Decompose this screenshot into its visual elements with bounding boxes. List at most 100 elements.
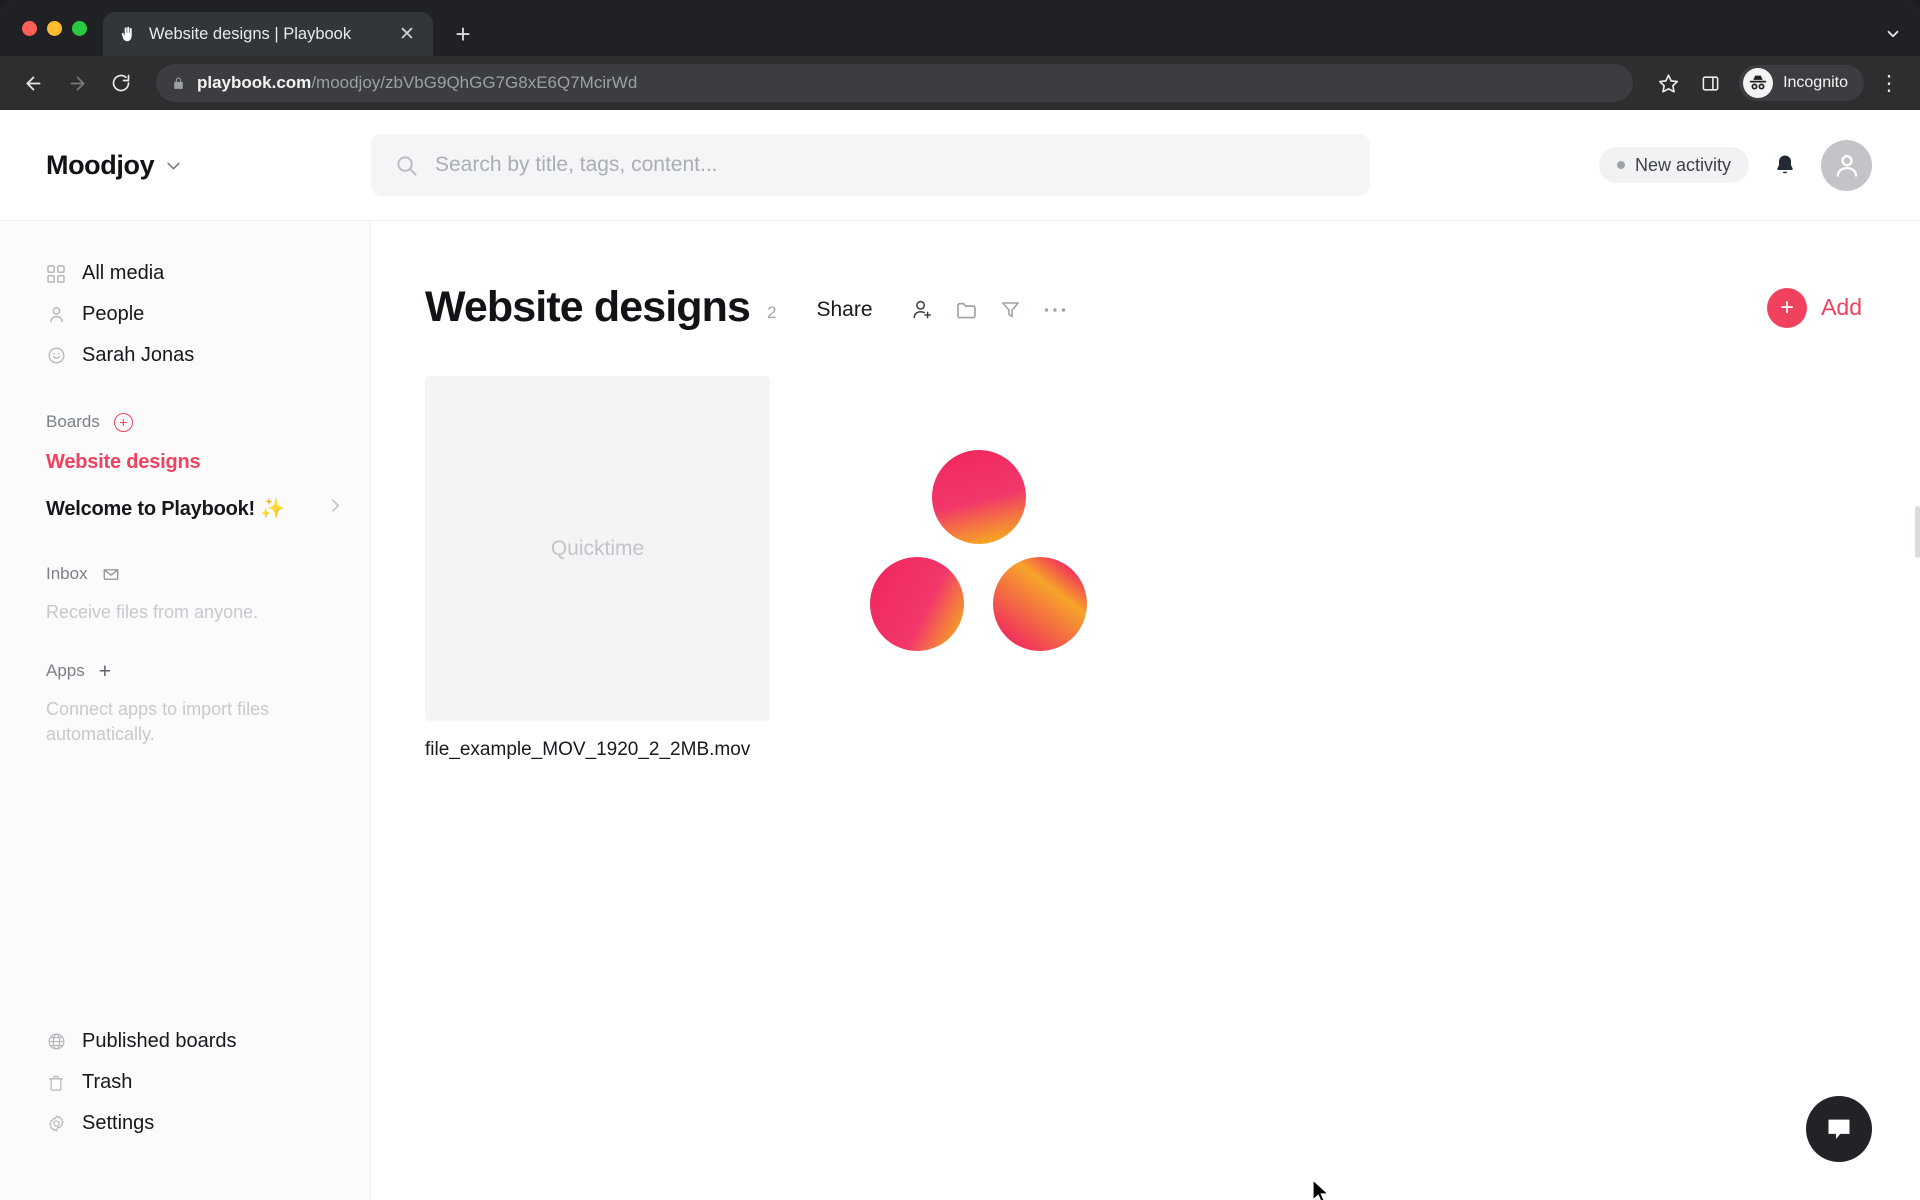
sidebar-item-label: Trash bbox=[82, 1071, 133, 1093]
person-icon bbox=[46, 305, 66, 325]
app-header: Moodjoy Search by title, tags, content..… bbox=[0, 110, 1920, 221]
boards-section-header: Boards + bbox=[0, 408, 370, 436]
browser-tab-title: Website designs | Playbook bbox=[149, 24, 352, 43]
app-body: All media People Sarah Jonas Boards + We… bbox=[0, 221, 1920, 1200]
sidebar: All media People Sarah Jonas Boards + We… bbox=[0, 221, 371, 1200]
browser-tab[interactable]: Website designs | Playbook ✕ bbox=[103, 12, 433, 56]
window-maximize-button[interactable] bbox=[72, 20, 87, 36]
ellipsis-icon[interactable] bbox=[1033, 290, 1077, 330]
trash-icon bbox=[46, 1073, 66, 1093]
filter-funnel-icon[interactable] bbox=[989, 290, 1033, 330]
media-card[interactable]: Quicktime file_example_MOV_1920_2_2MB.mo… bbox=[425, 376, 770, 761]
folder-icon[interactable] bbox=[945, 290, 989, 330]
search-icon bbox=[395, 154, 418, 177]
globe-icon bbox=[46, 1032, 66, 1052]
apps-section-title: Apps bbox=[46, 661, 85, 681]
incognito-indicator[interactable]: Incognito bbox=[1739, 65, 1864, 101]
inbox-section-title: Inbox bbox=[46, 564, 88, 583]
avatar[interactable] bbox=[1821, 139, 1872, 191]
header-actions: New activity bbox=[1370, 139, 1920, 191]
chevron-right-icon[interactable] bbox=[331, 498, 340, 518]
new-tab-button[interactable]: + bbox=[443, 12, 483, 56]
media-card[interactable] bbox=[806, 376, 1151, 739]
address-bar[interactable]: playbook.com/moodjoy/zbVbG9QhGG7G8xE6Q7M… bbox=[156, 64, 1634, 102]
new-activity-button[interactable]: New activity bbox=[1598, 147, 1749, 183]
inbox-hint: Receive files from anyone. bbox=[46, 602, 259, 622]
sidebar-item-label: Settings bbox=[82, 1112, 155, 1134]
window-controls bbox=[16, 0, 103, 56]
add-button-label: Add bbox=[1821, 294, 1862, 320]
person-add-icon[interactable] bbox=[901, 290, 945, 330]
chat-bubble-icon[interactable] bbox=[1806, 1096, 1872, 1162]
playbook-app: Moodjoy Search by title, tags, content..… bbox=[0, 110, 1920, 1200]
board-toolbar: Share bbox=[817, 290, 1077, 330]
new-activity-label: New activity bbox=[1634, 154, 1731, 175]
sidebar-item-published-boards[interactable]: Published boards bbox=[0, 1021, 370, 1062]
chevron-down-icon[interactable] bbox=[1884, 25, 1902, 48]
url-host: playbook.com bbox=[197, 73, 312, 92]
board-label: Welcome to Playbook! ✨ bbox=[46, 497, 286, 520]
inbox-tray-icon[interactable] bbox=[102, 565, 120, 583]
workspace-name: Moodjoy bbox=[46, 149, 155, 180]
sidebar-item-label: Published boards bbox=[82, 1030, 237, 1052]
sidebar-bottom-nav: Published boards Trash Settings bbox=[0, 1021, 370, 1144]
close-icon[interactable]: ✕ bbox=[395, 22, 419, 46]
add-button[interactable]: + Add bbox=[1767, 287, 1862, 328]
scrollbar-thumb[interactable] bbox=[1915, 506, 1920, 558]
search-input[interactable]: Search by title, tags, content... bbox=[371, 134, 1370, 196]
sidebar-item-label: People bbox=[82, 303, 145, 325]
media-thumbnail[interactable] bbox=[806, 376, 1151, 721]
gear-icon bbox=[46, 1114, 66, 1134]
page-title: Website designs bbox=[425, 283, 751, 331]
media-thumbnail[interactable]: Quicktime bbox=[425, 376, 770, 721]
sidebar-item-sarah-jonas[interactable]: Sarah Jonas bbox=[0, 335, 370, 376]
boards-section-title: Boards bbox=[46, 412, 100, 431]
lock-icon bbox=[172, 76, 185, 91]
board-label: Website designs bbox=[46, 450, 201, 473]
side-panel-icon[interactable] bbox=[1691, 64, 1729, 102]
media-placeholder-label: Quicktime bbox=[550, 536, 645, 560]
sidebar-board-welcome-to-playbook[interactable]: Welcome to Playbook! ✨ bbox=[0, 488, 370, 528]
share-button[interactable]: Share bbox=[817, 298, 873, 322]
plus-circle-icon[interactable]: + bbox=[113, 412, 133, 432]
arrow-left-icon[interactable] bbox=[14, 64, 52, 102]
plus-icon[interactable]: + bbox=[99, 661, 111, 682]
reload-icon[interactable] bbox=[102, 64, 140, 102]
smiley-icon bbox=[46, 346, 66, 366]
kebab-menu-icon[interactable]: ⋮ bbox=[1872, 64, 1906, 102]
plus-icon: + bbox=[1767, 287, 1808, 328]
sidebar-item-people[interactable]: People bbox=[0, 294, 370, 335]
board-content: Website designs 2 Share + Add Quicktime … bbox=[371, 221, 1920, 1200]
chevron-down-icon bbox=[167, 158, 180, 173]
star-icon[interactable] bbox=[1649, 64, 1687, 102]
item-count-badge: 2 bbox=[767, 302, 777, 322]
grid-icon bbox=[46, 264, 66, 284]
window-minimize-button[interactable] bbox=[47, 20, 62, 36]
browser-window: Website designs | Playbook ✕ + playbook.… bbox=[0, 0, 1920, 1200]
sidebar-board-website-designs[interactable]: Website designs bbox=[0, 442, 370, 482]
browser-toolbar: playbook.com/moodjoy/zbVbG9QhGG7G8xE6Q7M… bbox=[0, 56, 1920, 110]
workspace-switcher[interactable]: Moodjoy bbox=[0, 150, 371, 181]
media-filename: file_example_MOV_1920_2_2MB.mov bbox=[425, 739, 751, 760]
url-path: /moodjoy/zbVbG9QhGG7G8xE6Q7McirWd bbox=[311, 73, 638, 92]
browser-toolbar-right: Incognito ⋮ bbox=[1649, 64, 1906, 102]
media-grid: Quicktime file_example_MOV_1920_2_2MB.mo… bbox=[371, 332, 1920, 761]
apps-section-header[interactable]: Apps + bbox=[0, 657, 370, 685]
incognito-icon bbox=[1743, 68, 1774, 98]
sidebar-item-settings[interactable]: Settings bbox=[0, 1103, 370, 1144]
three-gradient-circles bbox=[869, 449, 1087, 651]
sidebar-item-trash[interactable]: Trash bbox=[0, 1062, 370, 1103]
sidebar-item-label: All media bbox=[82, 262, 165, 284]
board-header: Website designs 2 Share + Add bbox=[371, 283, 1920, 332]
mouse-cursor bbox=[1312, 1179, 1330, 1200]
bell-icon[interactable] bbox=[1773, 153, 1797, 178]
incognito-label: Incognito bbox=[1783, 74, 1848, 91]
window-close-button[interactable] bbox=[22, 20, 37, 36]
sidebar-item-all-media[interactable]: All media bbox=[0, 253, 370, 294]
playbook-hand-favicon bbox=[117, 24, 137, 44]
sidebar-item-label: Sarah Jonas bbox=[82, 344, 195, 366]
inbox-section-header[interactable]: Inbox bbox=[0, 560, 370, 588]
browser-tabstrip: Website designs | Playbook ✕ + bbox=[0, 0, 1920, 56]
arrow-right-icon bbox=[58, 64, 96, 102]
apps-hint: Connect apps to import files automatical… bbox=[46, 699, 270, 745]
